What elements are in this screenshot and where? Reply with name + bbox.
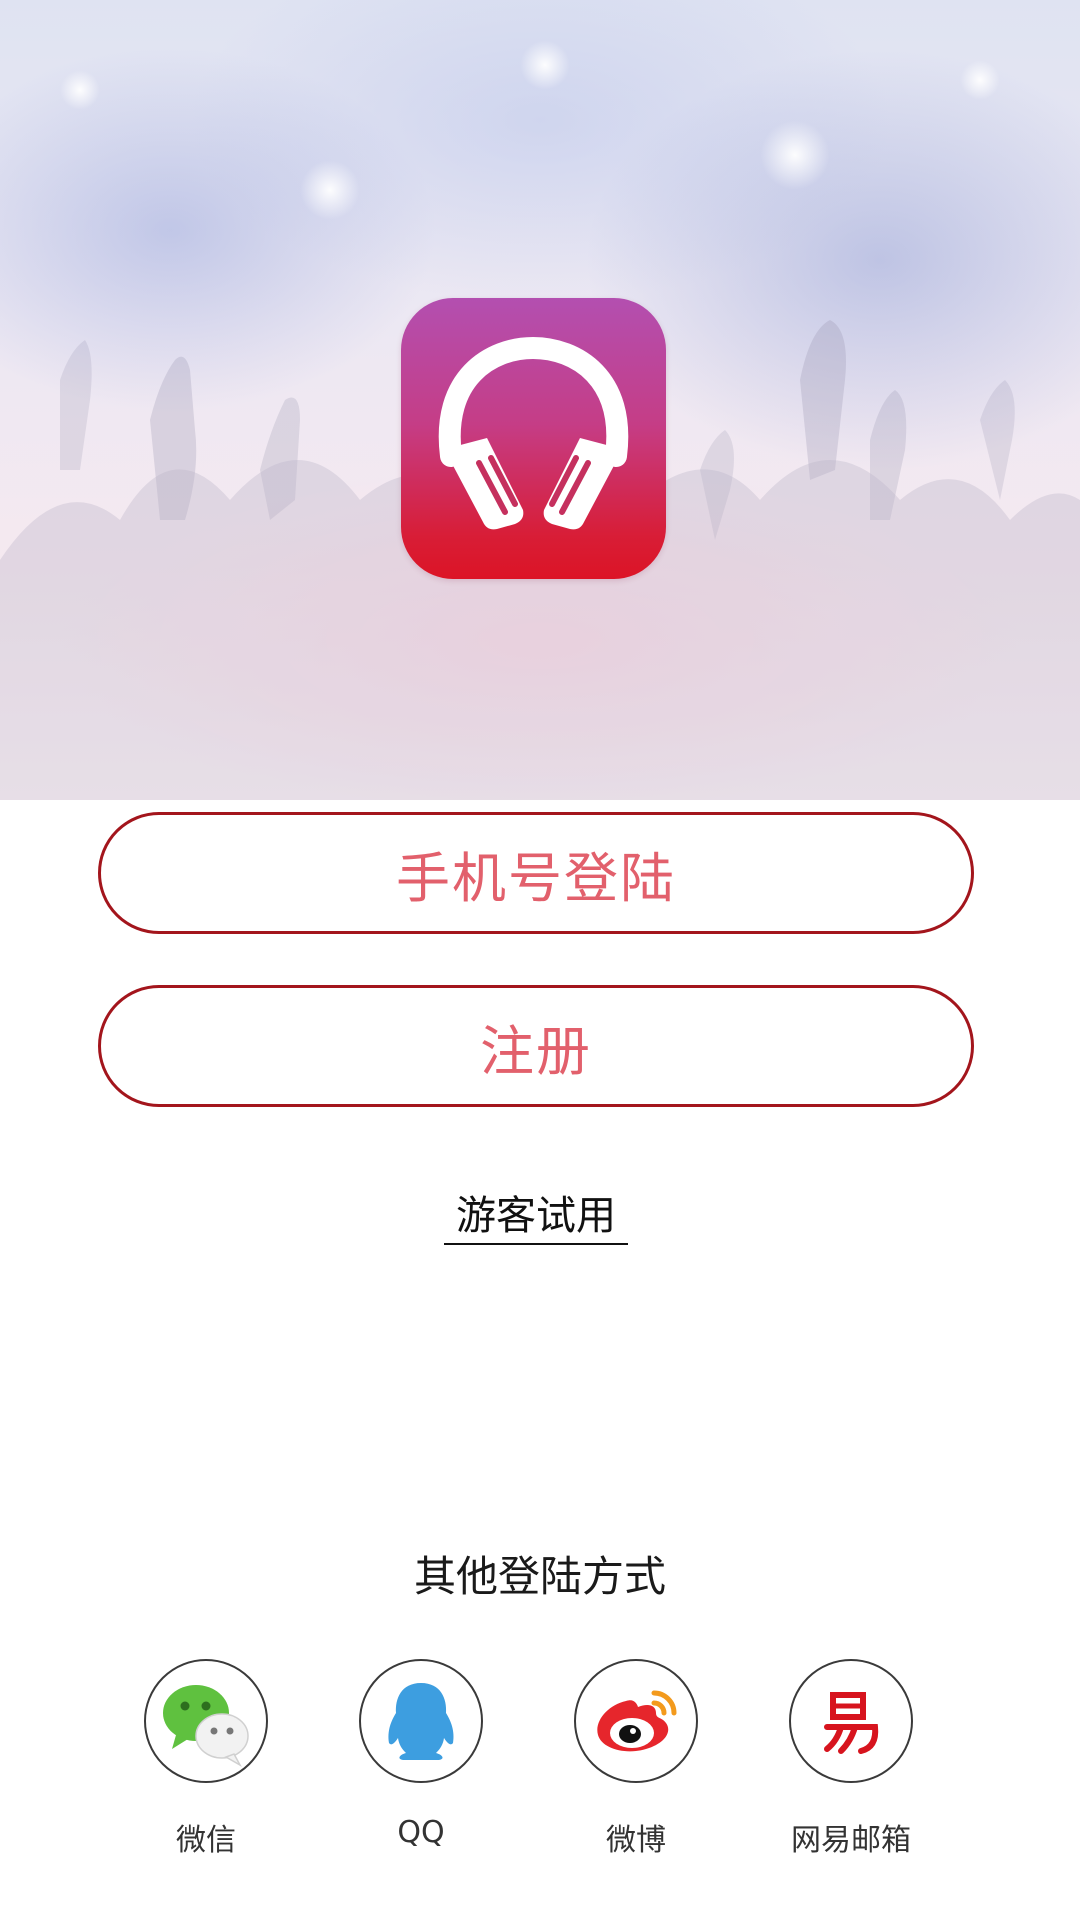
qq-label: QQ [397, 1815, 445, 1850]
netease-mail-login-button[interactable]: 网易邮箱 [789, 1659, 913, 1859]
netease-mail-icon [824, 1692, 879, 1754]
qq-icon-circle [359, 1659, 483, 1783]
register-label: 注册 [480, 1019, 592, 1083]
qq-login-button[interactable]: QQ [359, 1659, 483, 1850]
light-sparkle [300, 160, 360, 220]
netease-mail-label: 网易邮箱 [791, 1823, 911, 1858]
netease-icon-circle [789, 1659, 913, 1783]
weibo-label: 微博 [606, 1823, 666, 1858]
wechat-icon [163, 1685, 249, 1767]
guest-trial-link[interactable]: 游客试用 [444, 1183, 628, 1245]
phone-login-label: 手机号登陆 [396, 846, 676, 910]
app-logo [401, 298, 666, 579]
qq-icon [388, 1683, 454, 1760]
wechat-login-button[interactable]: 微信 [144, 1659, 268, 1859]
headphones-icon [438, 336, 629, 530]
other-login-title: 其他登陆方式 [413, 1552, 666, 1601]
login-screen: 手机号登陆 注册 游客试用 其他登陆方式 微信 QQ 微博 网易邮箱 [0, 0, 1080, 1920]
light-sparkle [760, 120, 830, 190]
weibo-icon-circle [574, 1659, 698, 1783]
light-sparkle [520, 40, 570, 90]
wechat-icon-circle [144, 1659, 268, 1783]
wechat-label: 微信 [176, 1823, 236, 1858]
phone-login-button[interactable]: 手机号登陆 [98, 812, 974, 934]
register-button[interactable]: 注册 [98, 985, 974, 1107]
weibo-login-button[interactable]: 微博 [574, 1659, 698, 1859]
light-sparkle [60, 70, 100, 110]
light-sparkle [960, 60, 1000, 100]
hero-banner [0, 0, 1080, 800]
weibo-icon [597, 1690, 677, 1752]
